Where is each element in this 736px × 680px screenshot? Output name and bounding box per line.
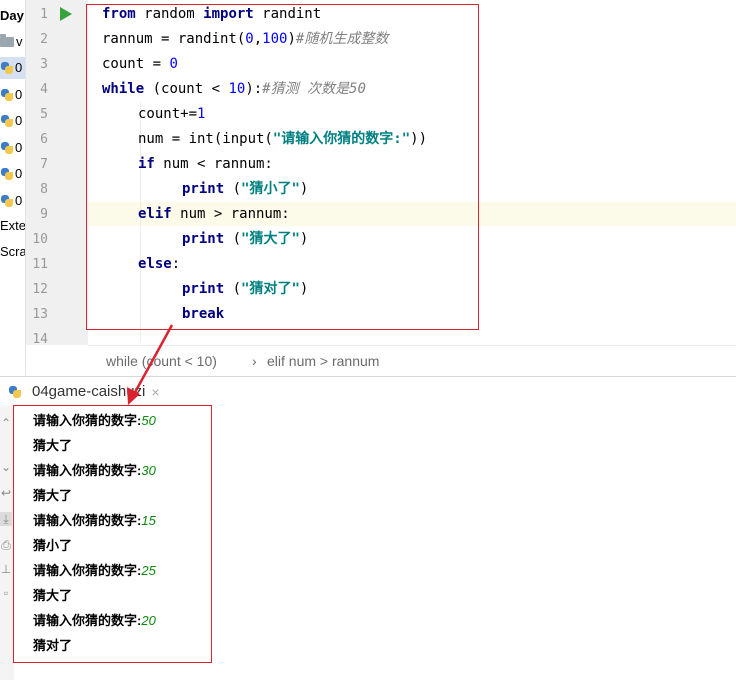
annotation-arrow — [127, 324, 174, 405]
